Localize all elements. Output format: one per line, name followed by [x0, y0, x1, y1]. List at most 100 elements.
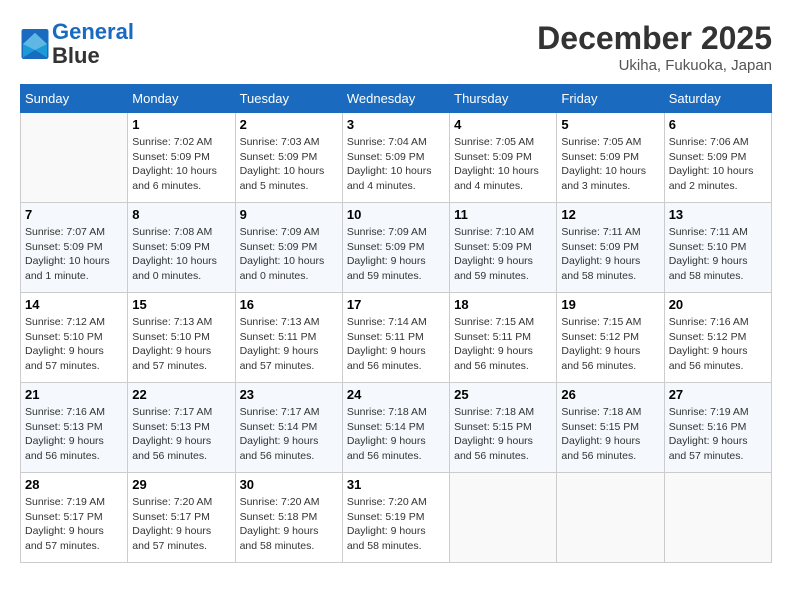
- day-number: 12: [561, 207, 659, 222]
- day-number: 9: [240, 207, 338, 222]
- day-info: Sunrise: 7:16 AM Sunset: 5:12 PM Dayligh…: [669, 315, 767, 374]
- calendar-cell: 23 Sunrise: 7:17 AM Sunset: 5:14 PM Dayli…: [235, 383, 342, 473]
- day-info: Sunrise: 7:05 AM Sunset: 5:09 PM Dayligh…: [454, 135, 552, 194]
- day-number: 19: [561, 297, 659, 312]
- calendar-cell: 11Sunrise: 7:10 AM Sunset: 5:09 PM Dayli…: [450, 203, 557, 293]
- calendar-cell: 14Sunrise: 7:12 AM Sunset: 5:10 PM Dayli…: [21, 293, 128, 383]
- calendar-week-row: 21Sunrise: 7:16 AM Sunset: 5:13 PM Dayli…: [21, 383, 772, 473]
- calendar-cell: 9Sunrise: 7:09 AM Sunset: 5:09 PM Daylig…: [235, 203, 342, 293]
- day-info: Sunrise: 7:13 AM Sunset: 5:11 PM Dayligh…: [240, 315, 338, 374]
- day-info: Sunrise: 7:08 AM Sunset: 5:09 PM Dayligh…: [132, 225, 230, 284]
- weekday-header-friday: Friday: [557, 85, 664, 113]
- weekday-header-thursday: Thursday: [450, 85, 557, 113]
- calendar-cell: 21Sunrise: 7:16 AM Sunset: 5:13 PM Dayli…: [21, 383, 128, 473]
- calendar-table: SundayMondayTuesdayWednesdayThursdayFrid…: [20, 84, 772, 563]
- day-info: Sunrise: 7:17 AM Sunset: 5:14 PM Dayligh…: [240, 405, 338, 464]
- day-info: Sunrise: 7:18 AM Sunset: 5:14 PM Dayligh…: [347, 405, 445, 464]
- calendar-cell: 13 Sunrise: 7:11 AM Sunset: 5:10 PM Dayli…: [664, 203, 771, 293]
- title-block: December 2025 Ukiha, Fukuoka, Japan: [537, 20, 772, 74]
- day-info: Sunrise: 7:06 AM Sunset: 5:09 PM Dayligh…: [669, 135, 767, 194]
- weekday-header-tuesday: Tuesday: [235, 85, 342, 113]
- calendar-cell: 30Sunrise: 7:20 AM Sunset: 5:18 PM Dayli…: [235, 473, 342, 563]
- location: Ukiha, Fukuoka, Japan: [537, 57, 772, 74]
- calendar-cell: 6Sunrise: 7:06 AM Sunset: 5:09 PM Daylig…: [664, 113, 771, 203]
- calendar-week-row: 7 Sunrise: 7:07 AM Sunset: 5:09 PM Daylig…: [21, 203, 772, 293]
- day-info: Sunrise: 7:20 AM Sunset: 5:17 PM Dayligh…: [132, 495, 230, 554]
- calendar-cell: 10 Sunrise: 7:09 AM Sunset: 5:09 PM Dayli…: [342, 203, 449, 293]
- logo-text: General Blue: [52, 20, 134, 68]
- day-info: Sunrise: 7:02 AM Sunset: 5:09 PM Dayligh…: [132, 135, 230, 194]
- calendar-cell: 19 Sunrise: 7:15 AM Sunset: 5:12 PM Dayli…: [557, 293, 664, 383]
- calendar-cell: 16 Sunrise: 7:13 AM Sunset: 5:11 PM Dayli…: [235, 293, 342, 383]
- calendar-week-row: 28 Sunrise: 7:19 AM Sunset: 5:17 PM Dayli…: [21, 473, 772, 563]
- calendar-cell: 28 Sunrise: 7:19 AM Sunset: 5:17 PM Dayli…: [21, 473, 128, 563]
- day-info: Sunrise: 7:19 AM Sunset: 5:16 PM Dayligh…: [669, 405, 767, 464]
- calendar-body: 1 Sunrise: 7:02 AM Sunset: 5:09 PM Daylig…: [21, 113, 772, 563]
- calendar-week-row: 1 Sunrise: 7:02 AM Sunset: 5:09 PM Daylig…: [21, 113, 772, 203]
- day-number: 22: [132, 387, 230, 402]
- calendar-cell: [557, 473, 664, 563]
- day-number: 15: [132, 297, 230, 312]
- calendar-cell: 18Sunrise: 7:15 AM Sunset: 5:11 PM Dayli…: [450, 293, 557, 383]
- day-info: Sunrise: 7:17 AM Sunset: 5:13 PM Dayligh…: [132, 405, 230, 464]
- day-info: Sunrise: 7:16 AM Sunset: 5:13 PM Dayligh…: [25, 405, 123, 464]
- day-info: Sunrise: 7:03 AM Sunset: 5:09 PM Dayligh…: [240, 135, 338, 194]
- calendar-cell: [450, 473, 557, 563]
- day-number: 27: [669, 387, 767, 402]
- calendar-cell: 26Sunrise: 7:18 AM Sunset: 5:15 PM Dayli…: [557, 383, 664, 473]
- day-number: 1: [132, 117, 230, 132]
- day-info: Sunrise: 7:04 AM Sunset: 5:09 PM Dayligh…: [347, 135, 445, 194]
- calendar-cell: [664, 473, 771, 563]
- day-number: 25: [454, 387, 552, 402]
- calendar-cell: 8 Sunrise: 7:08 AM Sunset: 5:09 PM Daylig…: [128, 203, 235, 293]
- calendar-cell: 5 Sunrise: 7:05 AM Sunset: 5:09 PM Daylig…: [557, 113, 664, 203]
- weekday-header-wednesday: Wednesday: [342, 85, 449, 113]
- day-number: 16: [240, 297, 338, 312]
- day-info: Sunrise: 7:09 AM Sunset: 5:09 PM Dayligh…: [347, 225, 445, 284]
- calendar-week-row: 14Sunrise: 7:12 AM Sunset: 5:10 PM Dayli…: [21, 293, 772, 383]
- calendar-cell: 29 Sunrise: 7:20 AM Sunset: 5:17 PM Dayli…: [128, 473, 235, 563]
- day-number: 5: [561, 117, 659, 132]
- page-header: General Blue December 2025 Ukiha, Fukuok…: [20, 20, 772, 74]
- day-number: 23: [240, 387, 338, 402]
- weekday-header-saturday: Saturday: [664, 85, 771, 113]
- calendar-header: SundayMondayTuesdayWednesdayThursdayFrid…: [21, 85, 772, 113]
- calendar-cell: 22 Sunrise: 7:17 AM Sunset: 5:13 PM Dayli…: [128, 383, 235, 473]
- logo-icon: [20, 29, 50, 59]
- day-number: 29: [132, 477, 230, 492]
- day-number: 10: [347, 207, 445, 222]
- day-number: 18: [454, 297, 552, 312]
- day-info: Sunrise: 7:11 AM Sunset: 5:09 PM Dayligh…: [561, 225, 659, 284]
- day-info: Sunrise: 7:20 AM Sunset: 5:18 PM Dayligh…: [240, 495, 338, 554]
- weekday-header-sunday: Sunday: [21, 85, 128, 113]
- calendar-cell: 2 Sunrise: 7:03 AM Sunset: 5:09 PM Daylig…: [235, 113, 342, 203]
- day-number: 2: [240, 117, 338, 132]
- day-info: Sunrise: 7:19 AM Sunset: 5:17 PM Dayligh…: [25, 495, 123, 554]
- calendar-cell: 15Sunrise: 7:13 AM Sunset: 5:10 PM Dayli…: [128, 293, 235, 383]
- calendar-cell: 27 Sunrise: 7:19 AM Sunset: 5:16 PM Dayli…: [664, 383, 771, 473]
- weekday-header-row: SundayMondayTuesdayWednesdayThursdayFrid…: [21, 85, 772, 113]
- day-number: 28: [25, 477, 123, 492]
- day-info: Sunrise: 7:18 AM Sunset: 5:15 PM Dayligh…: [454, 405, 552, 464]
- logo: General Blue: [20, 20, 134, 68]
- calendar-cell: 17Sunrise: 7:14 AM Sunset: 5:11 PM Dayli…: [342, 293, 449, 383]
- day-number: 7: [25, 207, 123, 222]
- day-number: 8: [132, 207, 230, 222]
- day-number: 31: [347, 477, 445, 492]
- day-info: Sunrise: 7:15 AM Sunset: 5:12 PM Dayligh…: [561, 315, 659, 374]
- day-info: Sunrise: 7:18 AM Sunset: 5:15 PM Dayligh…: [561, 405, 659, 464]
- calendar-cell: 24Sunrise: 7:18 AM Sunset: 5:14 PM Dayli…: [342, 383, 449, 473]
- day-info: Sunrise: 7:07 AM Sunset: 5:09 PM Dayligh…: [25, 225, 123, 284]
- calendar-cell: 1 Sunrise: 7:02 AM Sunset: 5:09 PM Daylig…: [128, 113, 235, 203]
- calendar-cell: [21, 113, 128, 203]
- calendar-cell: 12 Sunrise: 7:11 AM Sunset: 5:09 PM Dayli…: [557, 203, 664, 293]
- day-number: 13: [669, 207, 767, 222]
- day-number: 11: [454, 207, 552, 222]
- calendar-cell: 25 Sunrise: 7:18 AM Sunset: 5:15 PM Dayli…: [450, 383, 557, 473]
- calendar-cell: 4 Sunrise: 7:05 AM Sunset: 5:09 PM Daylig…: [450, 113, 557, 203]
- day-number: 4: [454, 117, 552, 132]
- day-info: Sunrise: 7:20 AM Sunset: 5:19 PM Dayligh…: [347, 495, 445, 554]
- day-number: 20: [669, 297, 767, 312]
- day-info: Sunrise: 7:11 AM Sunset: 5:10 PM Dayligh…: [669, 225, 767, 284]
- day-info: Sunrise: 7:05 AM Sunset: 5:09 PM Dayligh…: [561, 135, 659, 194]
